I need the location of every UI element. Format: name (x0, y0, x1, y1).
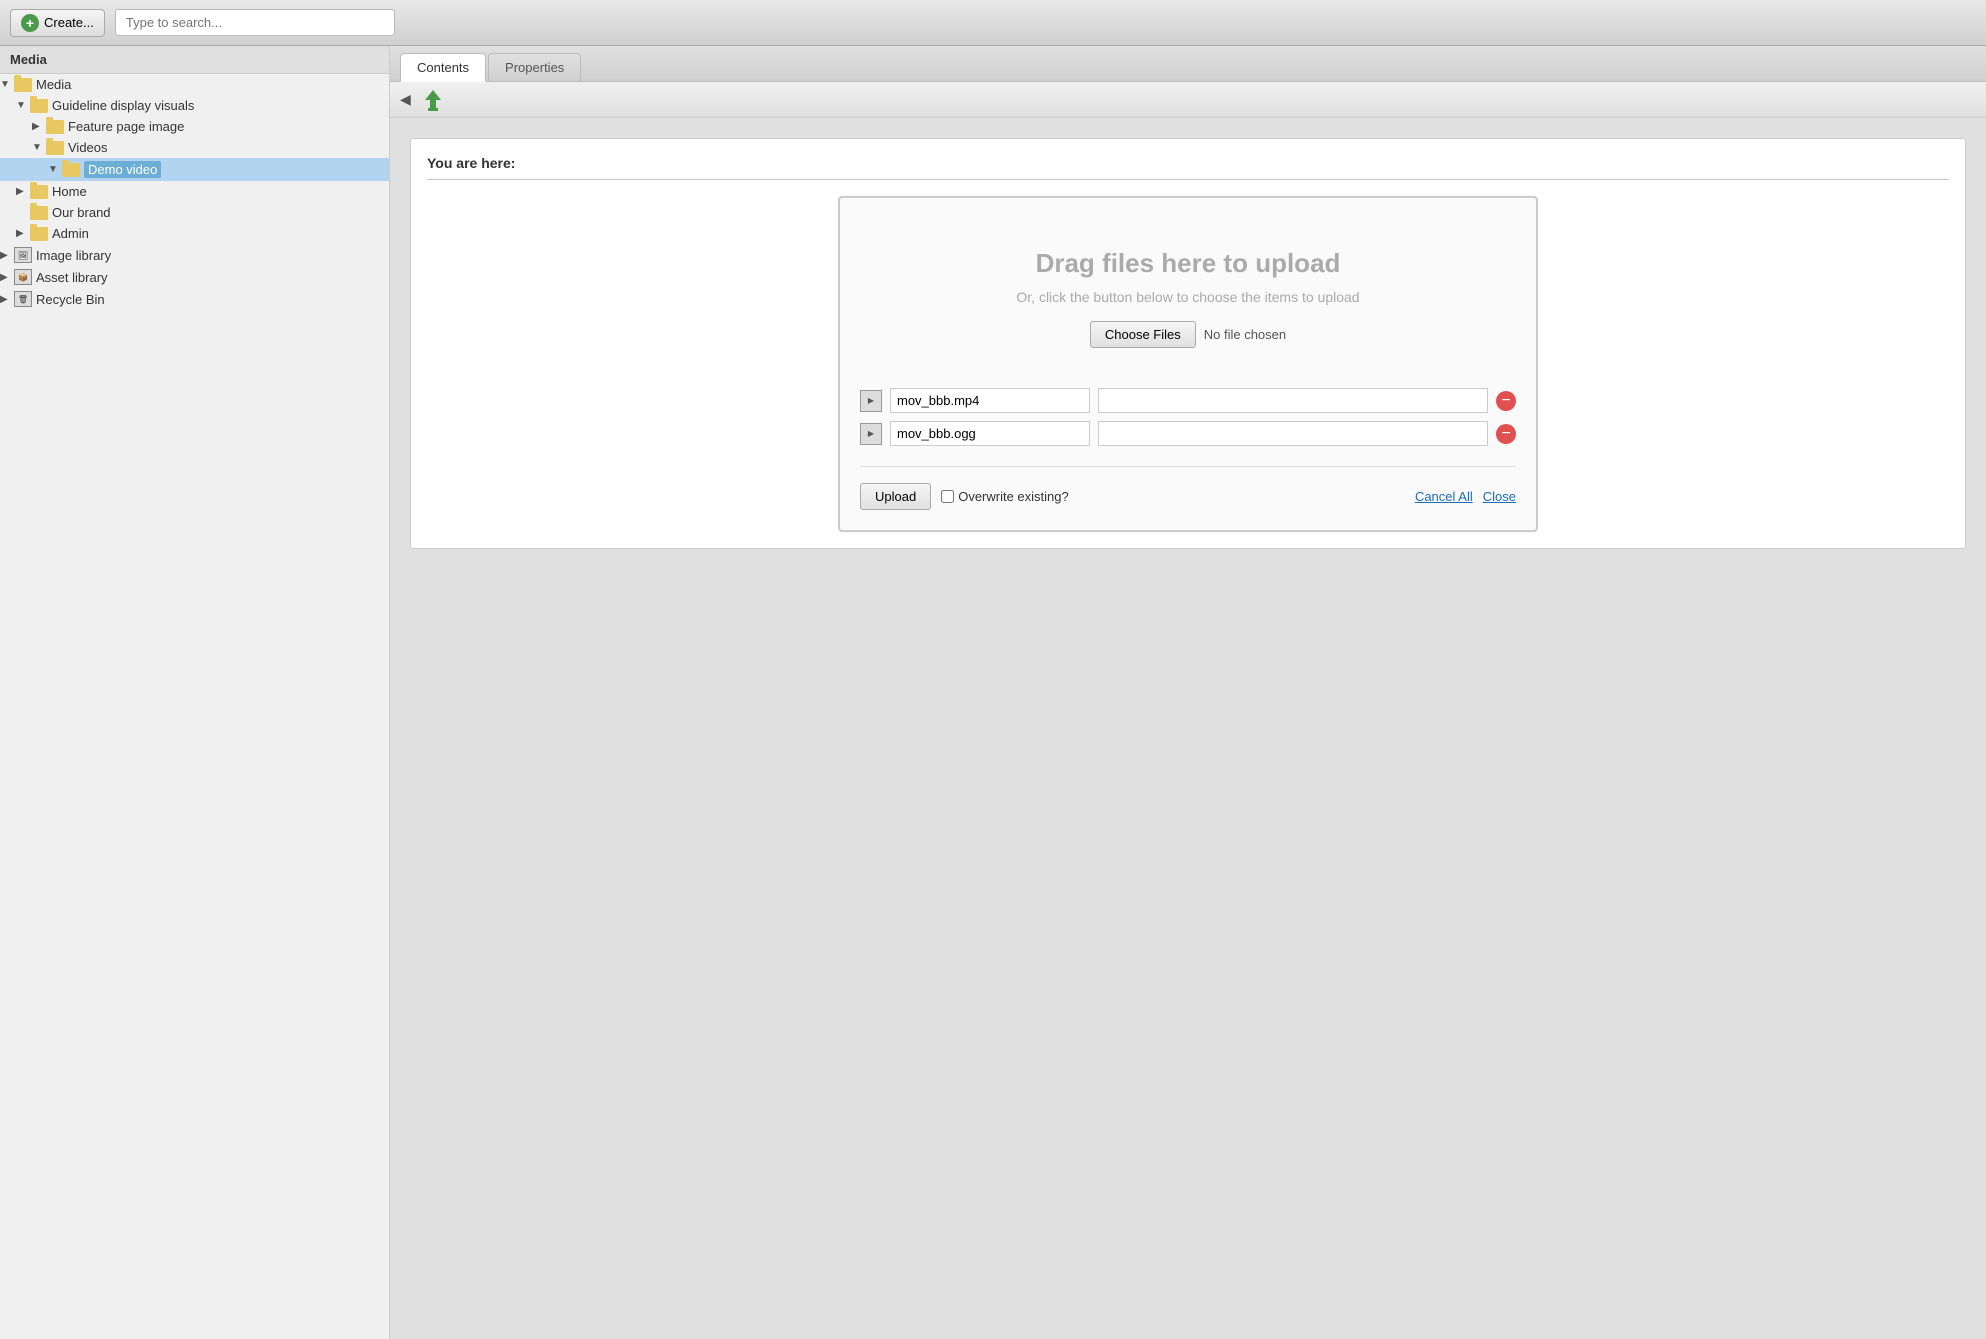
create-button[interactable]: + Create... (10, 9, 105, 37)
tree-arrow-recycle-bin: ▶ (0, 294, 14, 305)
upload-dialog-wrapper: You are here: Drag files here to upload … (410, 138, 1966, 549)
sidebar-item-demo-video[interactable]: ▼ Demo video (0, 158, 389, 181)
drag-drop-area[interactable]: Drag files here to upload Or, click the … (860, 228, 1516, 368)
file-list: ▶−▶− (860, 388, 1516, 446)
tree-label-our-brand: Our brand (52, 205, 111, 220)
tree-label-asset-library: Asset library (36, 270, 108, 285)
tree-label-videos: Videos (68, 140, 108, 155)
folder-icon-guideline (30, 99, 48, 113)
folder-icon-demo-video (62, 163, 80, 177)
file-type-icon-1: ▶ (860, 390, 882, 412)
tree-container: ▼ Media ▼ Guideline display visuals ▶ Feature… (0, 74, 389, 310)
tree-label-media-root: Media (36, 77, 71, 92)
sidebar-item-image-library[interactable]: ▶🖼 Image library (0, 244, 389, 266)
file-type-icon-2: ▶ (860, 423, 882, 445)
special-icon-recycle-bin: 🗑 (14, 291, 32, 307)
no-file-text: No file chosen (1204, 327, 1286, 342)
drag-subtitle: Or, click the button below to choose the… (860, 289, 1516, 305)
tree-arrow-guideline: ▼ (16, 100, 30, 111)
file-row-1: ▶− (860, 388, 1516, 413)
overwrite-label[interactable]: Overwrite existing? (941, 489, 1069, 504)
tab-properties[interactable]: Properties (488, 53, 581, 81)
sidebar-item-home[interactable]: ▶ Home (0, 181, 389, 202)
tree-arrow-videos: ▼ (32, 142, 46, 153)
toolbar: ◀ (390, 82, 1986, 118)
choose-files-button[interactable]: Choose Files (1090, 321, 1196, 348)
sidebar-item-admin[interactable]: ▶ Admin (0, 223, 389, 244)
tree-arrow-home: ▶ (16, 186, 30, 197)
folder-icon-admin (30, 227, 48, 241)
content-panel: You are here: Drag files here to upload … (390, 118, 1986, 1339)
file-name-input-1[interactable] (890, 388, 1090, 413)
sidebar-header: Media (0, 46, 389, 74)
sidebar-item-videos[interactable]: ▼ Videos (0, 137, 389, 158)
folder-icon-videos (46, 141, 64, 155)
tree-label-demo-video: Demo video (84, 161, 161, 178)
you-are-here: You are here: (427, 155, 1949, 180)
folder-icon-media-root (14, 78, 32, 92)
file-name-input-2[interactable] (890, 421, 1090, 446)
tree-arrow-image-library: ▶ (0, 250, 14, 261)
tree-arrow-feature-page: ▶ (32, 121, 46, 132)
bottom-right: Cancel All Close (1415, 489, 1516, 504)
special-icon-asset-library: 📦 (14, 269, 32, 285)
folder-icon-home (30, 185, 48, 199)
sidebar-item-media-root[interactable]: ▼ Media (0, 74, 389, 95)
upload-dialog: Drag files here to upload Or, click the … (838, 196, 1538, 532)
file-row-2: ▶− (860, 421, 1516, 446)
tree-arrow-demo-video: ▼ (48, 164, 62, 175)
folder-icon-feature-page (46, 120, 64, 134)
file-title-input-2[interactable] (1098, 421, 1488, 446)
upload-arrow-icon (419, 86, 447, 114)
sidebar-item-our-brand[interactable]: Our brand (0, 202, 389, 223)
tree-label-admin: Admin (52, 226, 89, 241)
tab-bar: Contents Properties (390, 46, 1986, 82)
create-icon: + (21, 14, 39, 32)
choose-files-row: Choose Files No file chosen (860, 321, 1516, 348)
remove-file-button-2[interactable]: − (1496, 424, 1516, 444)
tree-arrow-media-root: ▼ (0, 79, 14, 90)
file-title-input-1[interactable] (1098, 388, 1488, 413)
overwrite-checkbox[interactable] (941, 490, 954, 503)
tree-label-image-library: Image library (36, 248, 111, 263)
remove-file-button-1[interactable]: − (1496, 391, 1516, 411)
tab-contents[interactable]: Contents (400, 53, 486, 82)
top-bar: + Create... (0, 0, 1986, 46)
sidebar-item-feature-page[interactable]: ▶ Feature page image (0, 116, 389, 137)
main-layout: Media ▼ Media ▼ Guideline display visuals ▶ F… (0, 46, 1986, 1339)
sidebar-item-recycle-bin[interactable]: ▶🗑 Recycle Bin (0, 288, 389, 310)
create-label: Create... (44, 15, 94, 30)
drag-title: Drag files here to upload (860, 248, 1516, 279)
tree-arrow-admin: ▶ (16, 228, 30, 239)
tree-label-feature-page: Feature page image (68, 119, 184, 134)
dialog-bottom: Upload Overwrite existing? Cancel All Cl… (860, 466, 1516, 510)
tree-label-recycle-bin: Recycle Bin (36, 292, 105, 307)
tree-arrow-asset-library: ▶ (0, 272, 14, 283)
bottom-left: Upload Overwrite existing? (860, 483, 1069, 510)
special-icon-image-library: 🖼 (14, 247, 32, 263)
tree-label-guideline: Guideline display visuals (52, 98, 194, 113)
upload-icon-button[interactable] (419, 86, 447, 114)
tree-label-home: Home (52, 184, 87, 199)
sidebar: Media ▼ Media ▼ Guideline display visuals ▶ F… (0, 46, 390, 1339)
cancel-all-button[interactable]: Cancel All (1415, 489, 1473, 504)
toolbar-back-arrow[interactable]: ◀ (400, 91, 411, 108)
upload-button[interactable]: Upload (860, 483, 931, 510)
folder-icon-our-brand (30, 206, 48, 220)
sidebar-item-guideline[interactable]: ▼ Guideline display visuals (0, 95, 389, 116)
sidebar-item-asset-library[interactable]: ▶📦 Asset library (0, 266, 389, 288)
content-area: Contents Properties ◀ You are here: (390, 46, 1986, 1339)
search-input[interactable] (115, 9, 395, 36)
close-button[interactable]: Close (1483, 489, 1516, 504)
